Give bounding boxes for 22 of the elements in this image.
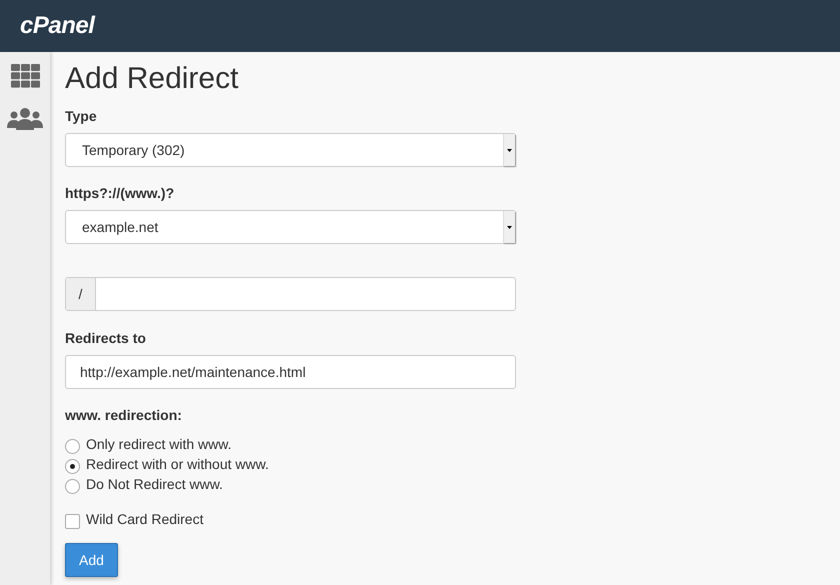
radio-label: Only redirect with www. (86, 434, 232, 454)
radio-button[interactable] (65, 458, 80, 474)
page-title: Add Redirect (65, 62, 240, 96)
redirect-url-field[interactable]: http://example.net/maintenance.html (65, 355, 516, 389)
field-label: www. redirection: (65, 406, 183, 425)
checkbox[interactable] (65, 514, 80, 528)
slash-prefix: / (66, 278, 96, 310)
radio-label: Do Not Redirect www. (86, 474, 223, 494)
select-field[interactable]: Temporary (302) (65, 133, 516, 167)
path-field[interactable]: / (65, 277, 516, 311)
checkbox-label: Wild Card Redirect (86, 510, 204, 528)
field-label: Type (65, 107, 98, 126)
add-button[interactable]: Add (65, 543, 118, 577)
logo[interactable]: cPanel (20, 8, 94, 44)
select-field[interactable]: example.net (65, 210, 516, 244)
radio-button[interactable] (65, 478, 80, 494)
users-icon[interactable] (7, 108, 43, 130)
field-label: Redirects to (65, 329, 147, 348)
grid-icon[interactable] (10, 64, 40, 88)
radio-label: Redirect with or without www. (86, 454, 269, 474)
field-label: https?://(www.)? (65, 184, 176, 203)
radio-button[interactable] (65, 438, 80, 454)
